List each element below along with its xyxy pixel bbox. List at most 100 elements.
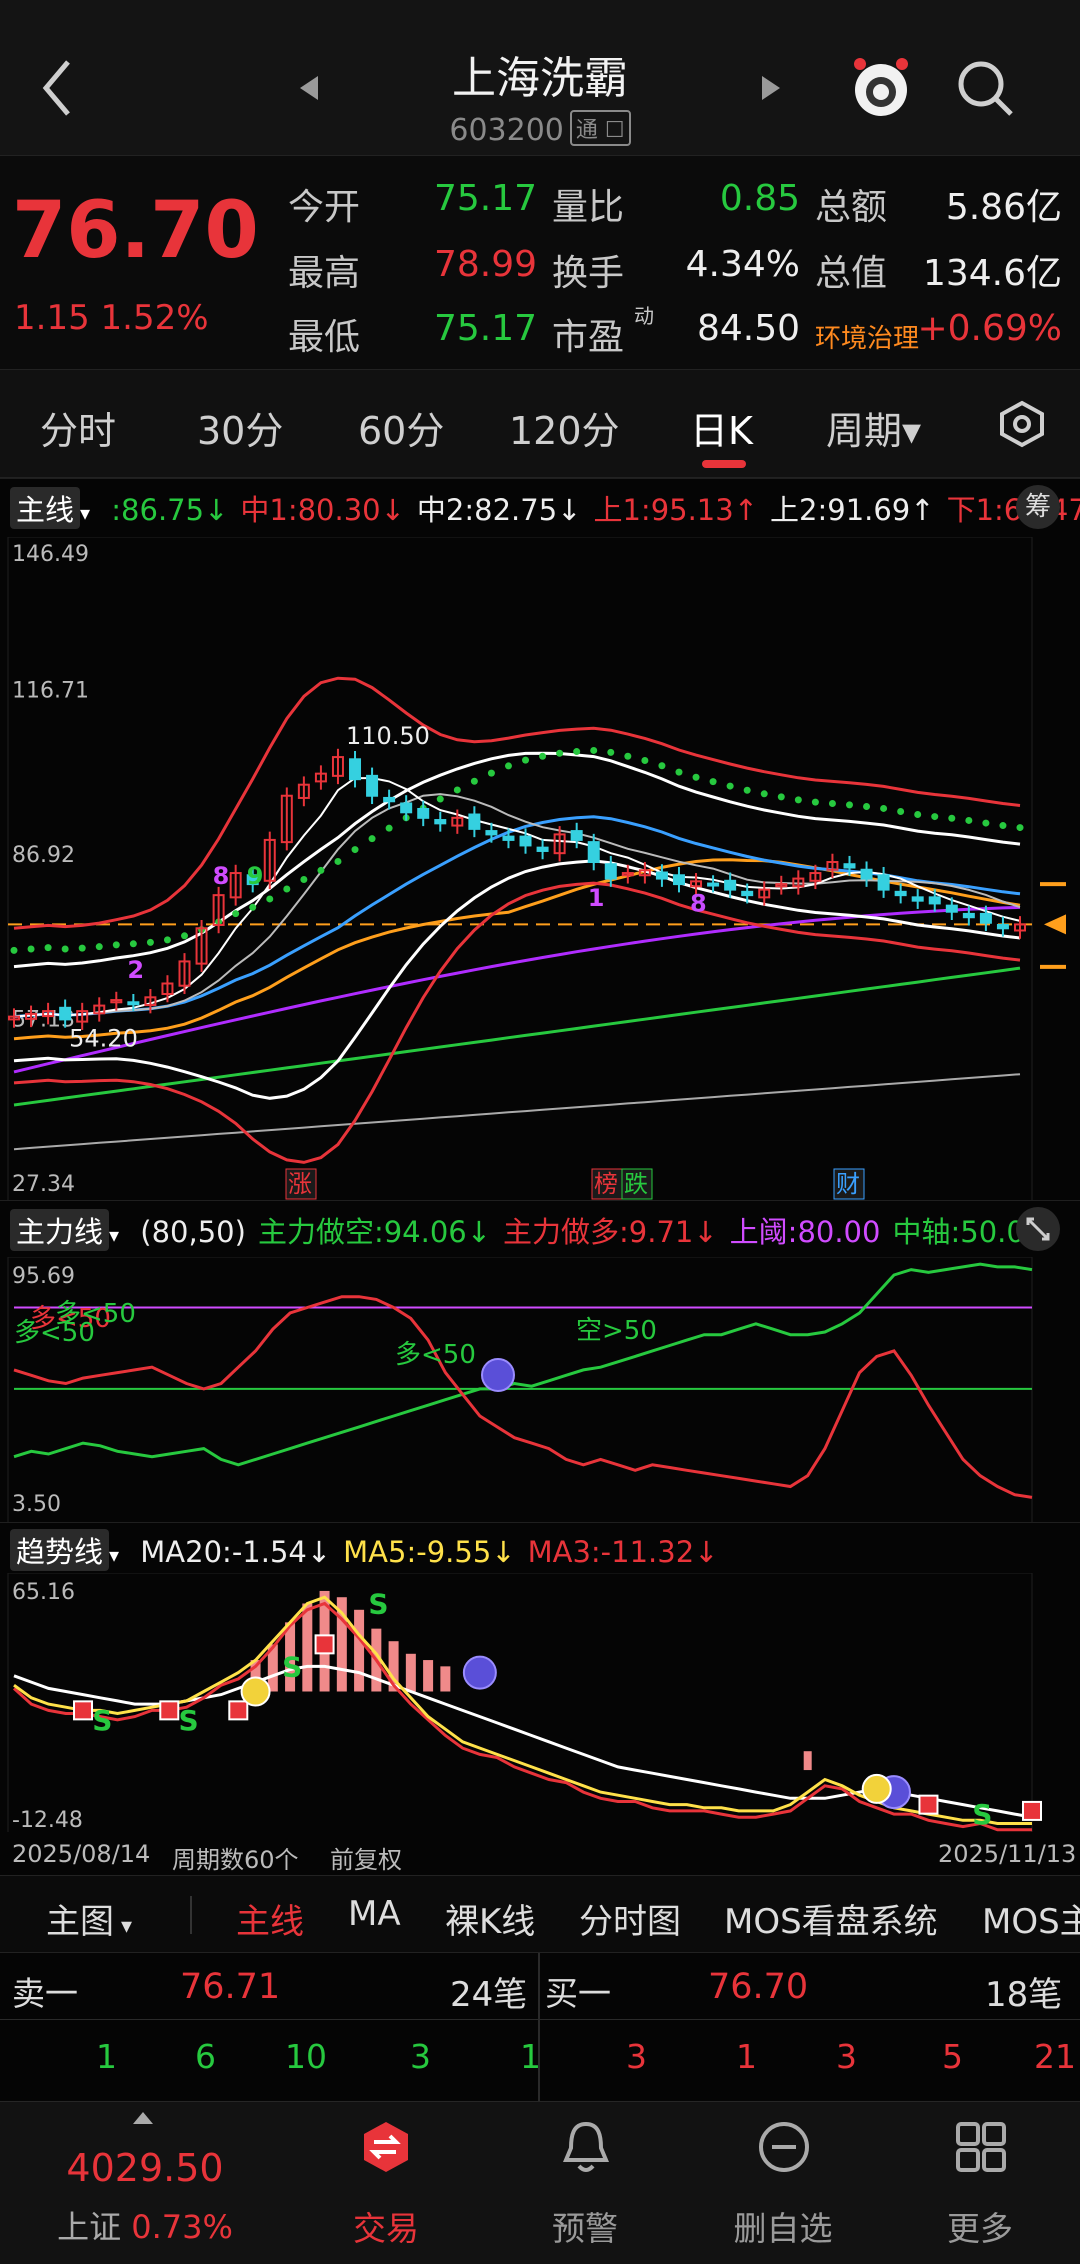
index-value: 4029.50 [66,2146,224,2190]
trend-pane: 趋势线 ▾ MA20:-1.54↓ MA5:-9.55↓ MA3:-11.32↓ 65… [0,1522,1080,1833]
ask1-price: 76.71 [180,1967,281,2007]
trail-dot [232,910,240,918]
price-change-abs: 1.15 [14,298,90,338]
quote-value: 78.99 [433,244,537,285]
subtab-naked-k[interactable]: 裸K线 [445,1894,535,1943]
sub-tabs: 主图 ▾ 主线 MA 裸K线 分时图 MOS看盘系统 MOS主 [0,1875,1080,1953]
capital-chart[interactable]: 95.693.50多<50多<50多<50多<50空>50 [0,1257,1080,1523]
candle-body [877,874,890,891]
mascot-icon[interactable] [846,52,916,126]
y-axis-label: -12.48 [12,1808,83,1833]
y-axis-label: 3.50 [12,1492,61,1517]
stock-code: 603200 通 ☐ [0,110,1080,148]
trail-dot [1016,824,1024,832]
legend-item: MA5:-9.55↓ [343,1535,516,1569]
search-icon[interactable] [955,58,1015,122]
price-pointer-icon [1044,914,1066,935]
trail-dot [709,778,717,786]
subtab-mos-system[interactable]: MOS看盘系统 [724,1894,938,1943]
capital-indicator-selector[interactable]: 主力线 [10,1209,110,1251]
trail-dot [249,903,257,911]
trail-dot [794,796,802,804]
trail-dot [436,795,444,803]
period-count: 周期数60个 [172,1846,299,1874]
end-date: 2025/11/13 [938,1840,1077,1868]
trail-dot [556,749,564,757]
main-kline-chart[interactable]: 146.49116.7186.9257.1327.34110.5054.208 9… [0,537,1080,1201]
quote-label: 换手 [552,253,625,294]
y-axis-label: 146.49 [12,542,89,567]
subtab-main-line[interactable]: 主线 [236,1894,304,1943]
price-change: 1.15 1.52% [14,298,209,338]
adjust-mode[interactable]: 前复权 [330,1840,402,1875]
legend-item: 上阈:80.00 [729,1215,881,1249]
next-stock-icon[interactable] [760,74,782,106]
buy-marker-icon [73,1700,94,1721]
y-axis-label: 86.92 [12,843,75,868]
trend-bar [440,1666,451,1692]
capital-annotation: 多<50 [395,1340,476,1370]
nav-remove-watchlist[interactable]: 删自选 [683,2102,883,2264]
nav-trade[interactable]: 交易 [286,2102,486,2264]
nav-more-label: 更多 [947,2209,1013,2248]
event-tag: 涨 [288,1170,312,1198]
nav-more[interactable]: 更多 [880,2102,1080,2264]
trend-indicator-selector[interactable]: 趋势线 [10,1529,110,1571]
minus-circle-icon [757,2120,811,2178]
trail-dot [385,824,393,832]
quote-value: 134.6亿 [922,253,1062,294]
tab-fenshi[interactable]: 分时 [40,400,116,455]
trail-dot [726,782,734,790]
subtab-ma[interactable]: MA [348,1894,401,1934]
main-figure-selector[interactable]: 主图 ▾ [46,1894,132,1943]
quote-value: 75.17 [433,178,537,219]
y-axis-label: 65.16 [12,1580,75,1605]
y-axis-label: 27.34 [12,1172,75,1197]
trail-dot [624,752,632,760]
tab-120min[interactable]: 120分 [509,400,620,455]
ask-vol: 6 [195,2037,216,2076]
tab-30min[interactable]: 30分 [197,400,283,455]
signal-label: 2 [127,956,144,984]
grid-icon [954,2120,1008,2178]
subtab-timeshare[interactable]: 分时图 [579,1894,681,1943]
nav-alert[interactable]: 预警 [485,2102,685,2264]
buy-marker-icon [228,1700,249,1721]
trail-dot [641,757,649,765]
expand-icon[interactable] [1016,1207,1060,1251]
ask-vol: 1 [520,2037,541,2076]
tab-60min[interactable]: 60分 [358,400,444,455]
quote-value: 84.50 [696,308,800,349]
event-tag: 财 [836,1170,860,1198]
legend-item: MA3:-11.32↓ [527,1535,719,1569]
candle-body [604,863,617,880]
tab-daily-k[interactable]: 日K [690,400,753,455]
buy-marker-icon [159,1700,180,1721]
settings-hex-icon[interactable] [998,400,1046,452]
ask1-count: 24笔 [450,1975,528,2015]
trade-icon [360,2120,412,2178]
signal-label: 9 [247,862,264,890]
index-ticker[interactable]: 4029.50 上证 0.73% [0,2102,290,2264]
candle-body [519,835,532,847]
chip-button[interactable]: 筹 [1016,485,1060,529]
buy-marker-icon [1022,1800,1042,1821]
tab-period-dropdown[interactable]: 周期▾ [826,400,921,455]
index-pct: 0.73% [131,2208,233,2246]
trail-dot [760,790,768,798]
candle-body [383,796,396,803]
chart-frame [7,537,1033,1201]
quote-label: 总值 [815,253,888,294]
trend-chart[interactable]: 65.16 -12.48 S S S S S [0,1573,1080,1833]
sell-marker-icon: S [972,1798,992,1831]
legend-item: 上1:95.13↑ [593,493,759,527]
money-bag-icon [240,1676,271,1707]
trail-dot [300,875,308,883]
legend-item: 上2:91.69↑ [770,493,935,527]
capital-legend-row: 主力线 ▾ (80,50) 主力做空:94.06↓ 主力做多:9.71↓ 上阈:80.0… [10,1209,1043,1251]
orderbook-hline [0,2019,1080,2020]
subtab-mos-main[interactable]: MOS主 [982,1894,1080,1943]
trend-bar [405,1653,416,1692]
main-indicator-selector[interactable]: 主线 [10,487,81,529]
trail-dot [163,936,171,944]
